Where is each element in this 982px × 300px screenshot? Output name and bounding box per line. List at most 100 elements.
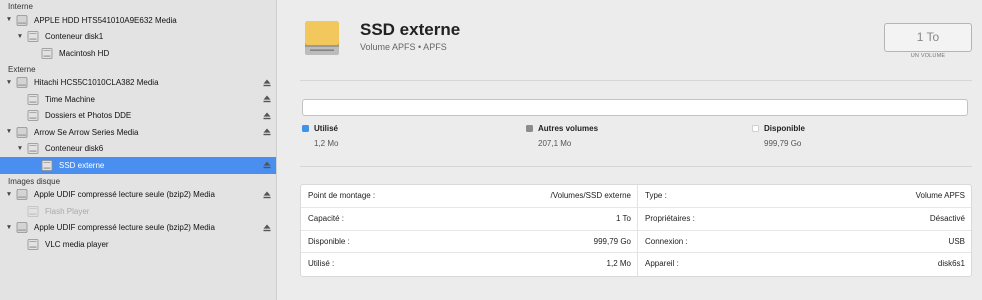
legend-name: Utilisé bbox=[314, 124, 339, 133]
volume-icon bbox=[27, 206, 39, 217]
info-row-connection: Connexion : USB bbox=[638, 231, 971, 254]
legend-name: Autres volumes bbox=[538, 124, 599, 133]
volume-icon bbox=[27, 239, 39, 250]
disk-image-icon bbox=[16, 189, 28, 200]
sidebar-item-ssd-externe[interactable]: SSD externe bbox=[0, 157, 276, 174]
eject-icon[interactable] bbox=[263, 161, 271, 169]
capacity-badge: 1 To bbox=[884, 23, 972, 52]
disk-icon bbox=[16, 15, 28, 26]
sidebar-item-vlc[interactable]: VLC media player bbox=[0, 236, 276, 253]
sidebar: Interne ▼ APPLE HDD HTS541010A9E632 Medi… bbox=[0, 0, 277, 300]
divider bbox=[300, 166, 972, 167]
info-value: disk6s1 bbox=[937, 259, 965, 269]
disclosure-triangle-icon[interactable]: ▼ bbox=[5, 16, 13, 24]
sidebar-item-dossiers-photos[interactable]: Dossiers et Photos DDE bbox=[0, 108, 276, 125]
disclosure-triangle-icon[interactable]: ▼ bbox=[16, 145, 24, 153]
volume-icon bbox=[41, 160, 53, 171]
info-key: Point de montage : bbox=[308, 191, 376, 200]
info-key: Appareil : bbox=[645, 259, 679, 269]
info-value: 1,2 Mo bbox=[606, 259, 631, 269]
sidebar-item-udif-1[interactable]: ▼ Apple UDIF compressé lecture seule (bz… bbox=[0, 187, 276, 204]
sidebar-item-udif-2[interactable]: ▼ Apple UDIF compressé lecture seule (bz… bbox=[0, 220, 276, 237]
info-row-type: Type : Volume APFS bbox=[638, 185, 971, 208]
eject-icon[interactable] bbox=[263, 191, 271, 199]
volume-detail-pane: SSD externe Volume APFS • APFS 1 To UN V… bbox=[278, 0, 982, 300]
section-header-external: Externe bbox=[8, 64, 36, 74]
legend-swatch-other bbox=[526, 125, 533, 132]
eject-icon[interactable] bbox=[263, 79, 271, 87]
info-key: Utilisé : bbox=[308, 259, 335, 269]
legend-value: 999,79 Go bbox=[764, 139, 802, 148]
legend-available: Disponible 999,79 Go bbox=[752, 124, 805, 148]
info-value: 1 To bbox=[616, 213, 631, 223]
info-value: Volume APFS bbox=[915, 191, 965, 200]
disk-image-icon bbox=[16, 222, 28, 233]
eject-icon[interactable] bbox=[263, 95, 271, 103]
volume-icon bbox=[27, 110, 39, 121]
info-row-mount-point: Point de montage : /Volumes/SSD externe bbox=[301, 185, 637, 208]
sidebar-item-label: Hitachi HCS5C1010CLA382 Media bbox=[34, 78, 159, 88]
legend-value: 207,1 Mo bbox=[538, 139, 572, 148]
volume-title: SSD externe bbox=[360, 20, 461, 39]
sidebar-item-label: Apple UDIF compressé lecture seule (bzip… bbox=[34, 190, 215, 200]
info-key: Capacité : bbox=[308, 213, 345, 223]
sidebar-item-container-disk1[interactable]: ▼ Conteneur disk1 bbox=[0, 29, 276, 46]
disclosure-triangle-icon[interactable]: ▼ bbox=[16, 33, 24, 41]
volume-icon bbox=[41, 48, 53, 59]
sidebar-item-label: APPLE HDD HTS541010A9E632 Media bbox=[34, 15, 177, 25]
info-key: Type : bbox=[645, 191, 667, 200]
eject-icon[interactable] bbox=[263, 112, 271, 120]
sidebar-item-flash-player[interactable]: Flash Player bbox=[0, 203, 276, 220]
section-header-images: Images disque bbox=[8, 176, 61, 186]
info-key: Propriétaires : bbox=[645, 213, 695, 223]
legend-used: Utilisé 1,2 Mo bbox=[302, 124, 338, 148]
disk-icon bbox=[16, 127, 28, 138]
sidebar-item-macintosh-hd[interactable]: Macintosh HD bbox=[0, 45, 276, 62]
eject-icon[interactable] bbox=[263, 128, 271, 136]
info-table: Point de montage : /Volumes/SSD externe C… bbox=[300, 184, 972, 277]
sidebar-item-apple-hdd[interactable]: ▼ APPLE HDD HTS541010A9E632 Media bbox=[0, 12, 276, 29]
info-row-owners: Propriétaires : Désactivé bbox=[638, 208, 971, 231]
info-column-left: Point de montage : /Volumes/SSD externe C… bbox=[301, 185, 637, 276]
eject-icon[interactable] bbox=[263, 224, 271, 232]
legend-swatch-available bbox=[752, 125, 759, 132]
sidebar-item-label: Apple UDIF compressé lecture seule (bzip… bbox=[34, 223, 215, 233]
capacity-badge-label: UN VOLUME bbox=[910, 53, 946, 59]
sidebar-item-label: Dossiers et Photos DDE bbox=[45, 111, 132, 121]
disclosure-triangle-icon[interactable]: ▼ bbox=[5, 224, 13, 232]
info-row-device: Appareil : disk6s1 bbox=[638, 253, 971, 276]
sidebar-item-container-disk6[interactable]: ▼ Conteneur disk6 bbox=[0, 141, 276, 158]
info-value: /Volumes/SSD externe bbox=[550, 191, 631, 200]
external-drive-icon bbox=[305, 21, 339, 55]
sidebar-item-label: Time Machine bbox=[45, 94, 95, 104]
legend-value: 1,2 Mo bbox=[314, 139, 339, 148]
sidebar-item-label: SSD externe bbox=[59, 160, 105, 170]
sidebar-item-label: VLC media player bbox=[45, 239, 109, 249]
legend-other-volumes: Autres volumes 207,1 Mo bbox=[526, 124, 598, 148]
divider bbox=[300, 80, 972, 81]
disclosure-triangle-icon[interactable]: ▼ bbox=[5, 79, 13, 87]
sidebar-item-arrow-series[interactable]: ▼ Arrow Se Arrow Series Media bbox=[0, 124, 276, 141]
info-value: Désactivé bbox=[929, 213, 965, 223]
info-row-capacity: Capacité : 1 To bbox=[301, 208, 637, 231]
info-value: USB bbox=[948, 236, 965, 246]
volume-subtitle: Volume APFS • APFS bbox=[360, 42, 447, 52]
sidebar-item-label: Conteneur disk1 bbox=[45, 32, 104, 42]
disclosure-triangle-icon[interactable]: ▼ bbox=[5, 128, 13, 136]
sidebar-item-hitachi[interactable]: ▼ Hitachi HCS5C1010CLA382 Media bbox=[0, 75, 276, 92]
sidebar-item-label: Flash Player bbox=[45, 206, 90, 216]
section-header-internal: Interne bbox=[8, 2, 33, 11]
container-icon bbox=[27, 143, 39, 154]
usage-bar bbox=[302, 99, 968, 116]
sidebar-item-time-machine[interactable]: Time Machine bbox=[0, 91, 276, 108]
legend-name: Disponible bbox=[764, 124, 805, 133]
info-value: 999,79 Go bbox=[593, 236, 631, 246]
volume-icon bbox=[27, 94, 39, 105]
info-row-available: Disponible : 999,79 Go bbox=[301, 231, 637, 254]
info-column-right: Type : Volume APFS Propriétaires : Désacti… bbox=[638, 185, 971, 276]
disk-icon bbox=[16, 77, 28, 88]
sidebar-item-label: Conteneur disk6 bbox=[45, 144, 104, 154]
info-row-used: Utilisé : 1,2 Mo bbox=[301, 253, 637, 276]
disclosure-triangle-icon[interactable]: ▼ bbox=[5, 191, 13, 199]
info-key: Connexion : bbox=[645, 236, 688, 246]
